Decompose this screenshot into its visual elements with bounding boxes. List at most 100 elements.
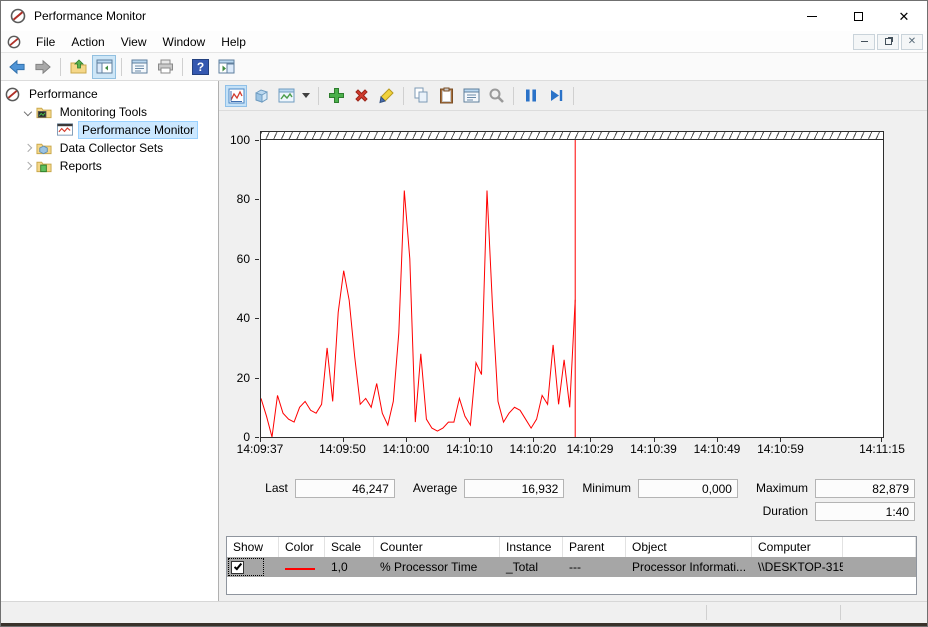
x-axis-label: 14:10:39 [630, 442, 677, 456]
highlight-button[interactable] [375, 85, 397, 107]
x-axis-label: 14:10:29 [567, 442, 614, 456]
col-color[interactable]: Color [279, 537, 325, 557]
statistics-bar: Last 46,247 Average 16,932 Minimum 0,000… [219, 478, 915, 524]
col-parent[interactable]: Parent [563, 537, 626, 557]
maximize-button[interactable] [835, 1, 881, 31]
y-axis: 100806040200 [222, 139, 254, 440]
console-tree-button[interactable] [92, 55, 116, 79]
toolbar-separator [182, 58, 183, 76]
forward-button[interactable] [31, 55, 55, 79]
menu-action[interactable]: Action [63, 31, 112, 52]
tree-item-reports[interactable]: Reports [1, 157, 218, 175]
tree-item-monitoring-tools[interactable]: Monitoring Tools [1, 103, 218, 121]
folder-up-button[interactable] [66, 55, 90, 79]
folder-report-icon [36, 159, 52, 173]
menu-file[interactable]: File [28, 31, 63, 52]
back-button[interactable] [5, 55, 29, 79]
view-log-data-button[interactable] [250, 85, 272, 107]
chart-plot[interactable] [260, 139, 884, 438]
col-computer[interactable]: Computer [752, 537, 843, 557]
check-icon [233, 562, 241, 571]
duration-value: 1:40 [815, 502, 915, 521]
x-axis-label: 14:09:50 [319, 442, 366, 456]
update-data-button[interactable] [545, 85, 567, 107]
child-minimize-button[interactable] [853, 34, 875, 50]
properties-button2[interactable] [460, 85, 482, 107]
highlight-icon [378, 87, 395, 104]
performance-monitor-window: Performance Monitor ✕ File Action View W… [0, 0, 928, 627]
tree-item-label: Reports [57, 158, 105, 174]
col-instance[interactable]: Instance [500, 537, 563, 557]
delete-counter-button[interactable] [350, 85, 372, 107]
freeze-display-button[interactable] [520, 85, 542, 107]
counter-cell: % Processor Time [374, 557, 500, 577]
paste-counter-list-button[interactable] [435, 85, 457, 107]
action-pane-button[interactable] [214, 55, 238, 79]
delete-counter-icon [353, 87, 370, 104]
help-icon: ? [192, 59, 209, 75]
tree-item-performance-monitor[interactable]: Performance Monitor [1, 121, 218, 139]
x-axis-label: 14:10:20 [510, 442, 557, 456]
zoom-button[interactable] [485, 85, 507, 107]
menu-window[interactable]: Window [155, 31, 214, 52]
minimum-value: 0,000 [638, 479, 738, 498]
instance-cell: _Total [500, 557, 563, 577]
col-filler [843, 537, 916, 557]
x-axis-label: 14:10:49 [694, 442, 741, 456]
console-tree-pane: PerformanceMonitoring ToolsPerformance M… [1, 81, 219, 601]
copy-properties-icon [413, 87, 429, 104]
tree-item-label: Performance Monitor [78, 121, 198, 139]
window-title: Performance Monitor [34, 9, 789, 23]
counter-row[interactable]: 1,0 % Processor Time _Total --- Processo… [227, 557, 916, 577]
counter-table: Show Color Scale Counter Instance Parent… [226, 536, 917, 595]
back-icon [8, 59, 26, 75]
change-graph-type-icon [278, 88, 295, 103]
y-axis-label: 20 [220, 371, 250, 385]
toolbar-separator [573, 87, 574, 105]
tree-item-data-collector-sets[interactable]: Data Collector Sets [1, 139, 218, 157]
chart-hatch-strip [260, 131, 884, 139]
tree-item-performance[interactable]: Performance [1, 85, 218, 103]
parent-cell: --- [563, 557, 626, 577]
child-restore-button[interactable] [877, 34, 899, 50]
col-object[interactable]: Object [626, 537, 752, 557]
chevron-down-icon[interactable] [24, 108, 32, 116]
print-button[interactable] [153, 55, 177, 79]
properties-button[interactable] [127, 55, 151, 79]
chevron-right-icon[interactable] [24, 162, 32, 170]
average-label: Average [413, 481, 457, 495]
help-button[interactable]: ? [188, 55, 212, 79]
title-bar: Performance Monitor ✕ [1, 1, 927, 31]
maximum-label: Maximum [756, 481, 808, 495]
toolbar-separator [513, 87, 514, 105]
properties-icon [463, 88, 480, 103]
status-bar [1, 601, 927, 623]
view-current-activity-icon [228, 88, 245, 104]
close-button[interactable]: ✕ [881, 1, 927, 31]
minimize-button[interactable] [789, 1, 835, 31]
statusbar-separator [840, 605, 841, 620]
perfmon-logo-icon [10, 8, 26, 24]
col-scale[interactable]: Scale [325, 537, 374, 557]
zoom-icon [488, 87, 505, 104]
add-counter-button[interactable] [325, 85, 347, 107]
menu-view[interactable]: View [113, 31, 155, 52]
properties-icon [131, 59, 148, 74]
col-counter[interactable]: Counter [374, 537, 500, 557]
object-cell: Processor Informati... [626, 557, 752, 577]
computer-cell: \\DESKTOP-315... [752, 557, 843, 577]
chevron-right-icon[interactable] [24, 144, 32, 152]
toolbar-separator [403, 87, 404, 105]
change-graph-type-button[interactable] [275, 85, 297, 107]
view-log-data-icon [253, 88, 270, 104]
dropdown-caret-icon[interactable] [302, 93, 310, 98]
child-window-controls: ✕ [853, 34, 927, 50]
col-show[interactable]: Show [227, 537, 279, 557]
tree-item-label: Data Collector Sets [57, 140, 166, 156]
copy-properties-button[interactable] [410, 85, 432, 107]
view-current-activity-button[interactable] [225, 85, 247, 107]
menu-help[interactable]: Help [213, 31, 254, 52]
performance-monitor-pane: 100806040200 14:09:3714:09:5014:10:0014:… [219, 81, 927, 601]
show-checkbox[interactable] [231, 561, 244, 574]
child-close-button[interactable]: ✕ [901, 34, 923, 50]
